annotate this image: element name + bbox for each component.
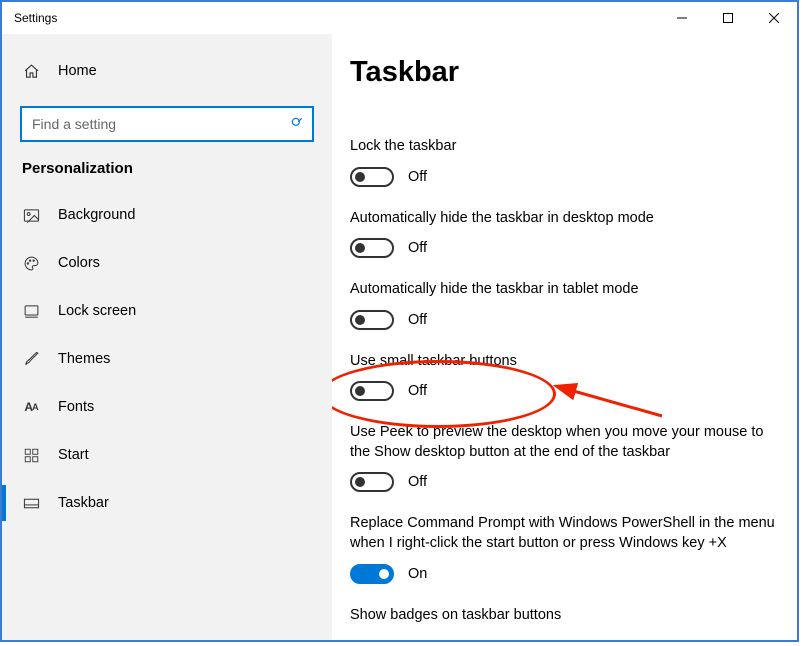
section-header: Personalization [2, 142, 332, 185]
setting-label: Automatically hide the taskbar in deskto… [350, 209, 779, 229]
sidebar-item-label: Start [58, 447, 89, 463]
home-icon [22, 62, 40, 80]
brush-icon [22, 350, 40, 368]
close-icon [769, 13, 779, 23]
setting-small-buttons: Use small taskbar buttons Off [350, 352, 779, 402]
setting-label: Replace Command Prompt with Windows Powe… [350, 514, 779, 553]
toggle-powershell[interactable] [350, 564, 394, 584]
setting-auto-hide-desktop: Automatically hide the taskbar in deskto… [350, 209, 779, 259]
toggle-state: Off [408, 312, 427, 328]
settings-window: Settings Home [0, 0, 799, 642]
setting-lock-taskbar: Lock the taskbar Off [350, 137, 779, 187]
toggle-small-buttons[interactable] [350, 381, 394, 401]
toggle-state: Off [408, 240, 427, 256]
search-icon [290, 116, 304, 133]
sidebar-item-background[interactable]: Background [2, 191, 332, 239]
sidebar-item-lock-screen[interactable]: Lock screen [2, 287, 332, 335]
toggle-state: Off [408, 383, 427, 399]
toggle-lock-taskbar[interactable] [350, 167, 394, 187]
sidebar-item-label: Taskbar [58, 495, 109, 511]
setting-auto-hide-tablet: Automatically hide the taskbar in tablet… [350, 280, 779, 330]
sidebar: Home Personalization Background [2, 34, 332, 640]
setting-label: Use Peek to preview the desktop when you… [350, 423, 779, 462]
toggle-auto-hide-desktop[interactable] [350, 238, 394, 258]
sidebar-item-label: Fonts [58, 399, 94, 415]
picture-icon [22, 206, 40, 224]
setting-label: Use small taskbar buttons [350, 352, 779, 372]
toggle-auto-hide-tablet[interactable] [350, 310, 394, 330]
maximize-button[interactable] [705, 2, 751, 34]
sidebar-item-label: Themes [58, 351, 110, 367]
setting-label: Lock the taskbar [350, 137, 779, 157]
maximize-icon [723, 13, 733, 23]
sidebar-item-label: Background [58, 207, 135, 223]
setting-label: Show badges on taskbar buttons [350, 606, 779, 626]
sidebar-item-taskbar[interactable]: Taskbar [2, 479, 332, 527]
toggle-state: Off [408, 169, 427, 185]
setting-powershell: Replace Command Prompt with Windows Powe… [350, 514, 779, 583]
nav-home[interactable]: Home [2, 48, 332, 94]
search-box[interactable] [20, 106, 314, 142]
window-controls [659, 2, 797, 34]
toggle-state: Off [408, 474, 427, 490]
content-pane: Taskbar Lock the taskbar Off Automatical… [332, 34, 797, 640]
page-title: Taskbar [350, 56, 779, 89]
start-icon [22, 446, 40, 464]
setting-label: Automatically hide the taskbar in tablet… [350, 280, 779, 300]
sidebar-item-label: Colors [58, 255, 100, 271]
taskbar-icon [22, 494, 40, 512]
setting-peek: Use Peek to preview the desktop when you… [350, 423, 779, 492]
close-button[interactable] [751, 2, 797, 34]
title-bar: Settings [2, 2, 797, 34]
sidebar-item-label: Lock screen [58, 303, 136, 319]
sidebar-item-themes[interactable]: Themes [2, 335, 332, 383]
search-input[interactable] [22, 108, 312, 140]
toggle-peek[interactable] [350, 472, 394, 492]
sidebar-item-colors[interactable]: Colors [2, 239, 332, 287]
palette-icon [22, 254, 40, 272]
minimize-icon [677, 13, 687, 23]
fonts-icon: AA [22, 398, 40, 416]
minimize-button[interactable] [659, 2, 705, 34]
lock-screen-icon [22, 302, 40, 320]
toggle-state: On [408, 566, 427, 582]
window-title: Settings [2, 11, 57, 25]
setting-badges: Show badges on taskbar buttons [350, 606, 779, 626]
sidebar-item-start[interactable]: Start [2, 431, 332, 479]
sidebar-item-fonts[interactable]: AA Fonts [2, 383, 332, 431]
nav-home-label: Home [58, 63, 97, 79]
